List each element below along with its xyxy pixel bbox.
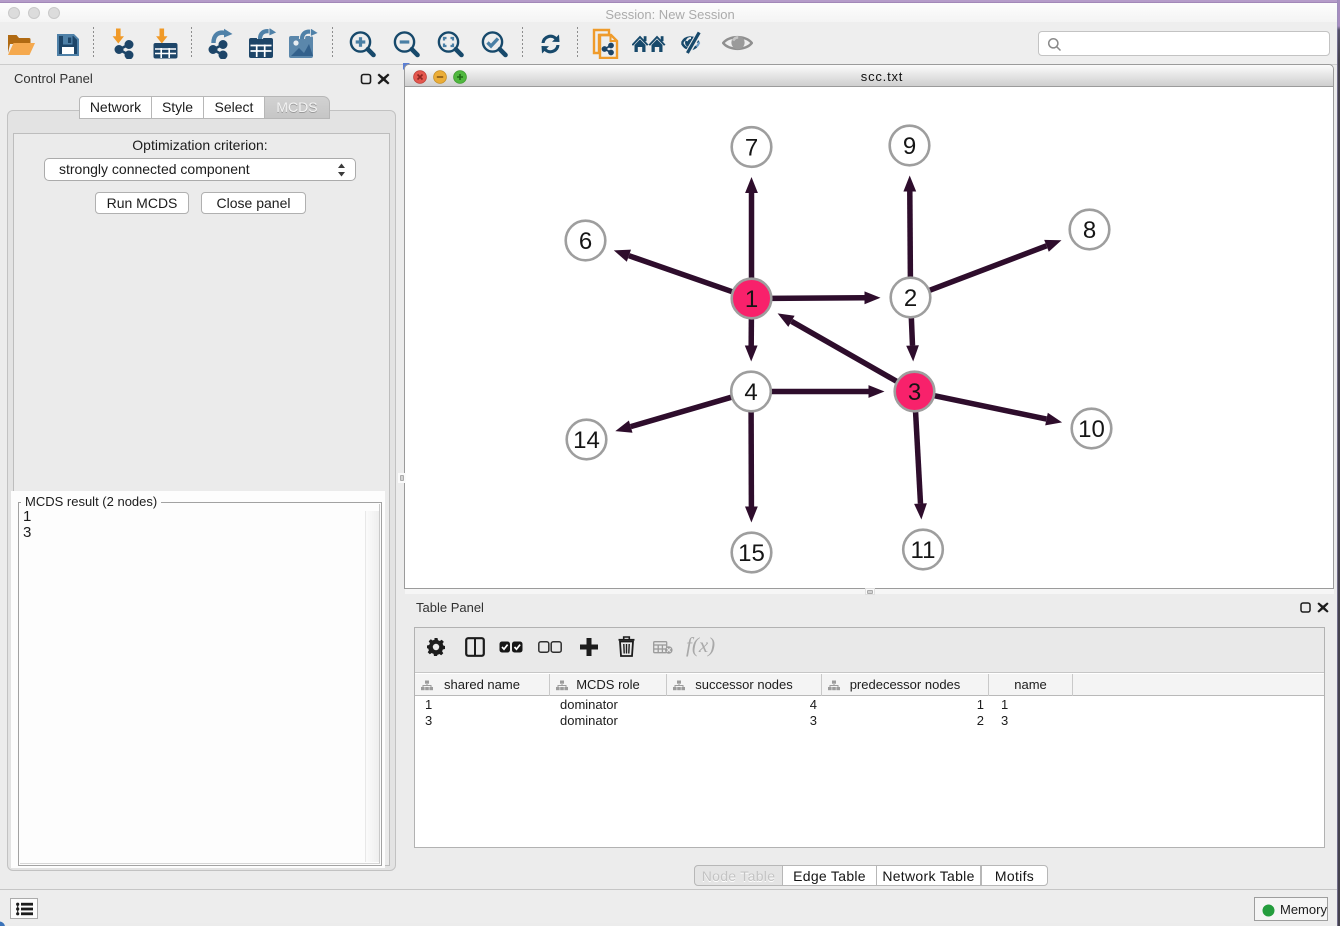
svg-text:2: 2 (904, 285, 917, 312)
svg-text:3: 3 (908, 379, 921, 406)
svg-text:10: 10 (1078, 416, 1105, 443)
svg-text:8: 8 (1083, 217, 1096, 244)
svg-text:4: 4 (744, 379, 757, 406)
svg-text:15: 15 (738, 540, 765, 567)
svg-text:14: 14 (573, 427, 600, 454)
svg-text:1: 1 (745, 286, 758, 313)
svg-text:11: 11 (911, 537, 936, 564)
svg-text:6: 6 (579, 228, 592, 255)
svg-text:9: 9 (903, 133, 916, 160)
svg-text:7: 7 (745, 135, 758, 162)
